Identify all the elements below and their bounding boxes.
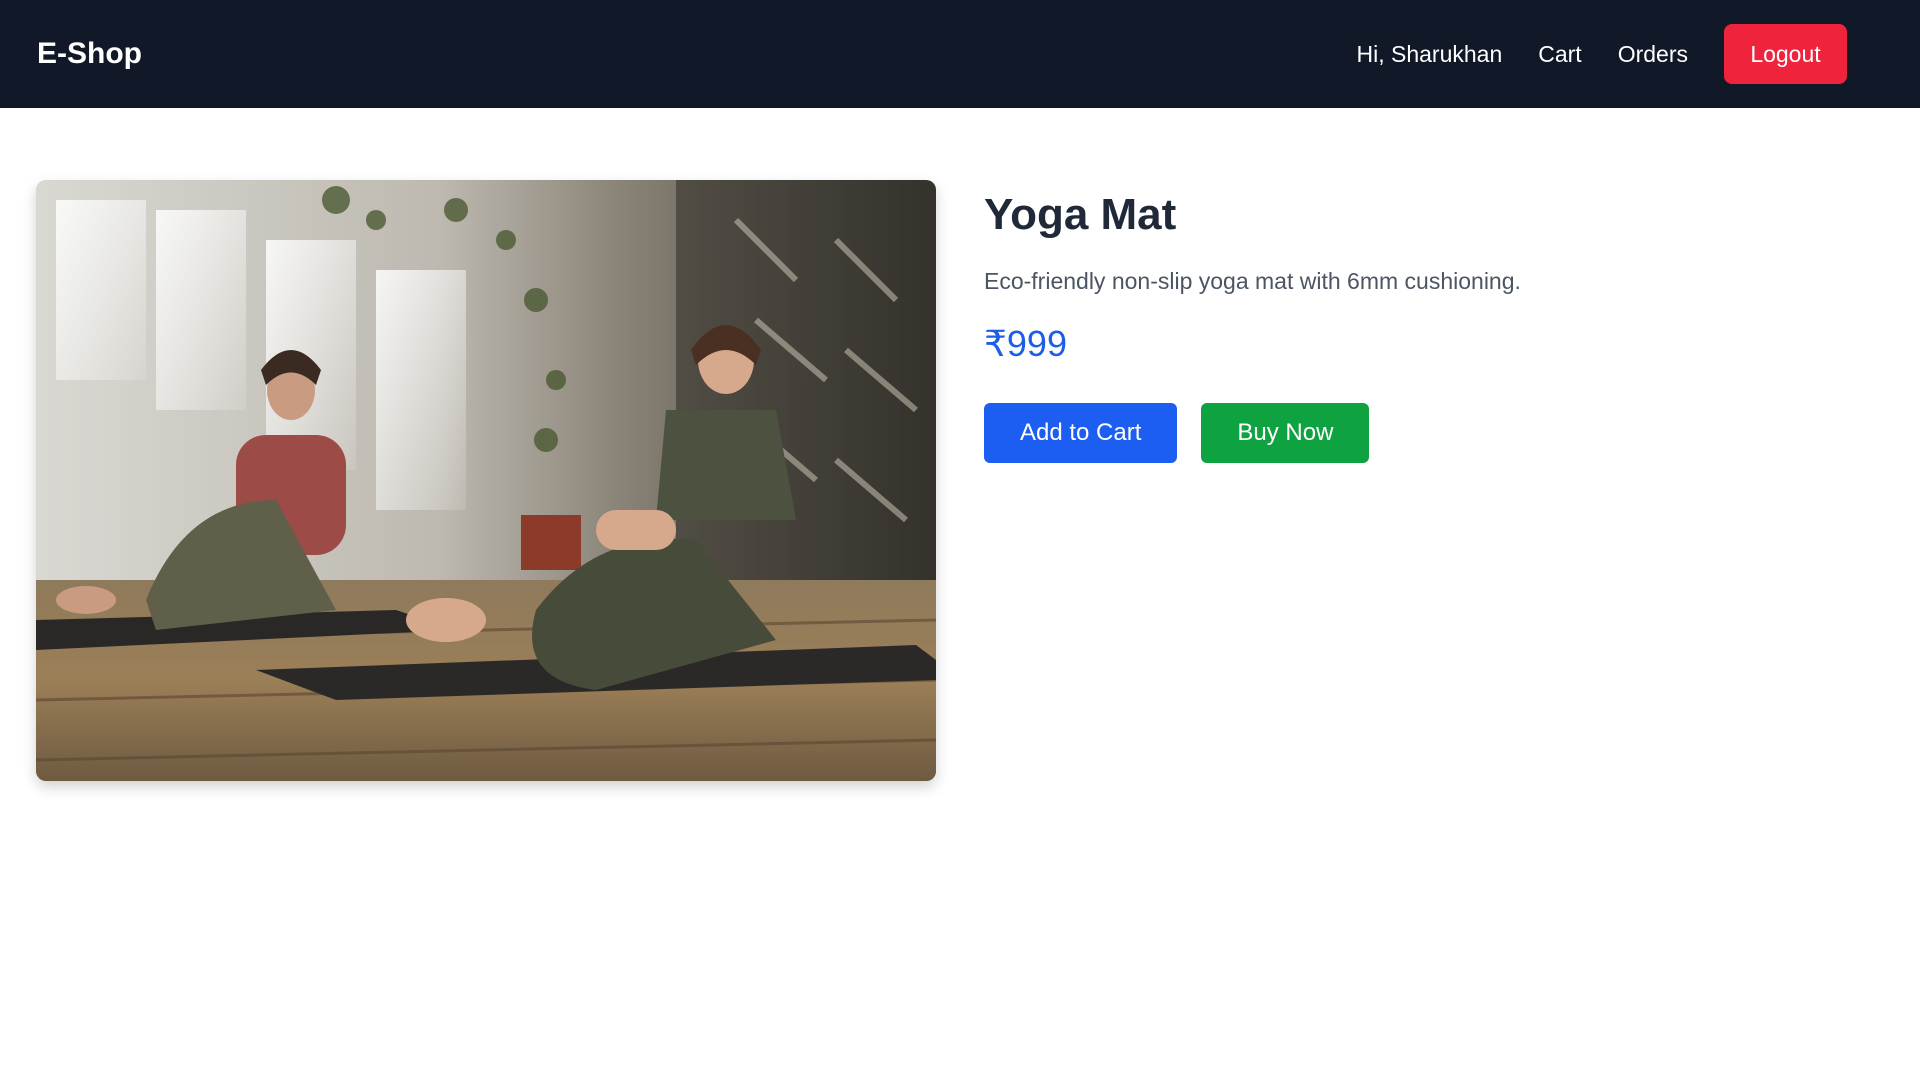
nav-cart-link[interactable]: Cart	[1538, 41, 1581, 68]
buy-now-button[interactable]: Buy Now	[1201, 403, 1370, 463]
product-description: Eco-friendly non-slip yoga mat with 6mm …	[984, 268, 1521, 294]
product-details: Yoga Mat Eco-friendly non-slip yoga mat …	[984, 180, 1521, 781]
user-greeting: Hi, Sharukhan	[1356, 40, 1503, 67]
action-buttons: Add to Cart Buy Now	[984, 403, 1521, 463]
product-title: Yoga Mat	[984, 190, 1177, 239]
brand-logo[interactable]: E-Shop	[37, 37, 142, 71]
navbar: E-Shop Hi, Sharukhan Cart Orders Logout	[0, 0, 1920, 108]
product-image	[36, 180, 936, 781]
nav-orders-link[interactable]: Orders	[1618, 41, 1688, 68]
logout-button[interactable]: Logout	[1724, 24, 1847, 84]
nav-right: Hi, Sharukhan Cart Orders Logout	[1357, 24, 1884, 84]
product-photo	[36, 180, 936, 781]
add-to-cart-button[interactable]: Add to Cart	[984, 403, 1178, 463]
product-detail: Yoga Mat Eco-friendly non-slip yoga mat …	[36, 180, 1521, 781]
product-price: ₹999	[984, 323, 1067, 364]
